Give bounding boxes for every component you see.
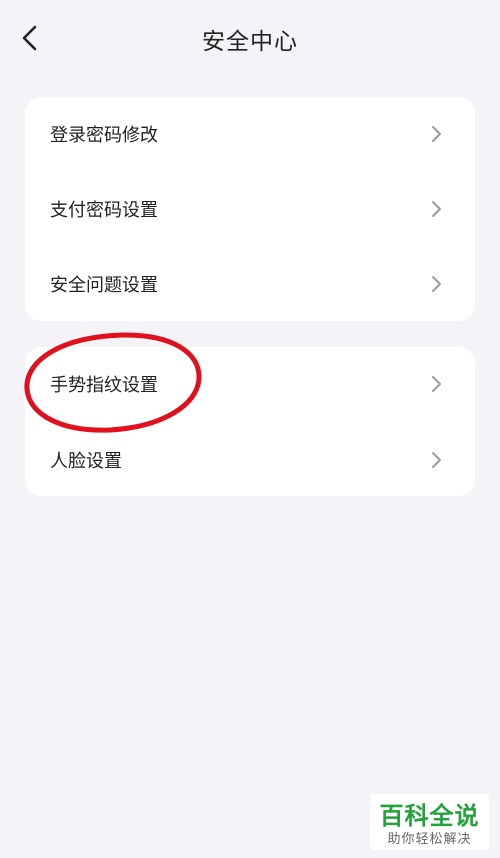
top-bar: 安全中心	[0, 0, 500, 78]
face-settings-item[interactable]: 人脸设置	[25, 423, 475, 497]
page-title: 安全中心	[202, 29, 298, 55]
watermark-logo: 百科全说 助你轻松解决	[370, 794, 489, 850]
security-question-item[interactable]: 安全问题设置	[25, 247, 475, 321]
chevron-right-icon	[432, 376, 441, 392]
watermark-brand: 百科全说	[379, 802, 480, 830]
chevron-right-icon	[432, 452, 441, 468]
login-password-item[interactable]: 登录密码修改	[25, 97, 475, 171]
chevron-right-icon	[432, 201, 441, 217]
settings-group-passwords: 登录密码修改 支付密码设置 安全问题设置	[25, 97, 475, 321]
chevron-right-icon	[432, 276, 441, 292]
gesture-fingerprint-item[interactable]: 手势指纹设置	[25, 347, 475, 421]
item-label: 人脸设置	[50, 451, 122, 472]
item-label: 登录密码修改	[50, 125, 158, 146]
item-label: 支付密码设置	[50, 200, 158, 221]
item-label: 安全问题设置	[50, 275, 158, 296]
payment-password-item[interactable]: 支付密码设置	[25, 172, 475, 246]
settings-group-biometrics: 手势指纹设置 人脸设置	[25, 347, 475, 496]
item-label: 手势指纹设置	[50, 375, 158, 396]
watermark-slogan: 助你轻松解决	[387, 832, 472, 847]
chevron-right-icon	[432, 126, 441, 142]
